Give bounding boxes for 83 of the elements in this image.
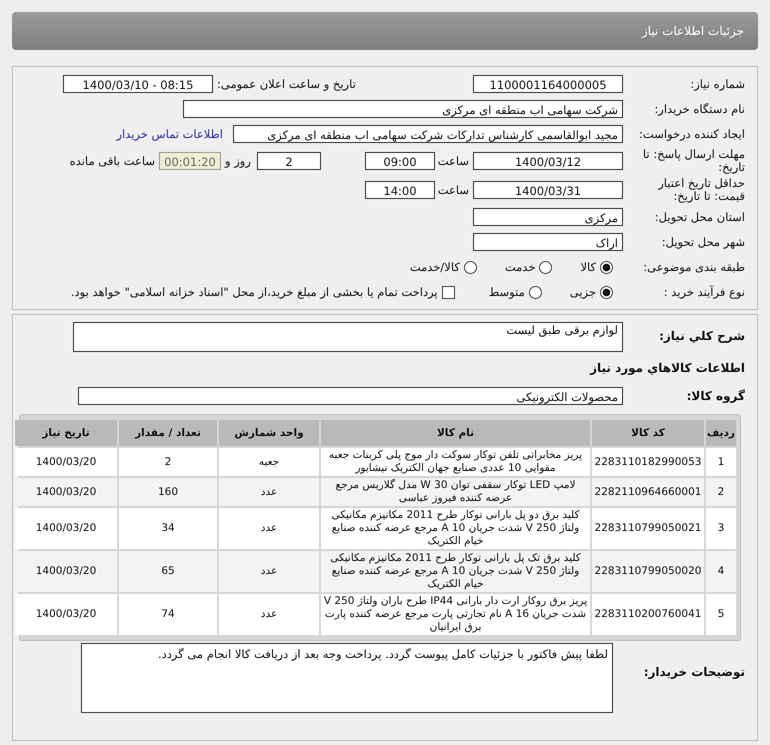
table-cell: 74 <box>119 594 217 635</box>
checkbox[interactable] <box>442 286 455 298</box>
table-cell: 1 <box>706 448 736 476</box>
field-label: تاریخ و ساعت اعلان عمومی: <box>217 77 357 91</box>
deadline-time-field: 09:00 <box>365 152 435 170</box>
table-cell: عدد <box>219 594 319 635</box>
table-cell: 2 <box>119 448 217 476</box>
field-label: توضیحات خریدار: <box>642 665 745 679</box>
column-header: کد کالا <box>592 420 704 446</box>
table-cell: 3 <box>706 508 736 549</box>
table-cell: 160 <box>119 478 217 506</box>
province-field: مرکزی <box>473 208 623 226</box>
table-cell: 1400/03/20 <box>15 594 117 635</box>
field-label: شهر محل تحویل: <box>660 235 745 249</box>
table-cell: 65 <box>119 551 217 592</box>
table-cell: عدد <box>219 478 319 506</box>
column-header: نام کالا <box>321 420 590 446</box>
table-cell: لامپ LED توکار سقفی توان 30 W مدل گلاریس مرجع عرضه کننده فیروز عباسی <box>321 478 590 506</box>
field-label: ایجاد کننده درخواست: <box>638 128 745 140</box>
table-cell: عدد <box>219 508 319 549</box>
remaining-time-field: 00:01:20 <box>159 152 221 170</box>
radio-label: خدمت <box>504 260 536 274</box>
column-header: تعداد / مقدار <box>119 420 217 446</box>
goods-group-field: محصولات الکترونیکی <box>78 387 623 405</box>
table-cell: کلید برق دو پل بارانی توکار طرح 2011 مکانیزم مکانیکی ولتاژ 250 V شدت جریان 10 A مرجع عرضه کننده صنایع خیام الکتریک <box>321 508 590 549</box>
radio-label: متوسط <box>488 285 525 299</box>
deadline-date-field: 1400/03/12 <box>473 152 623 170</box>
field-label: گروه کالا: <box>686 389 745 403</box>
checkbox-label: پرداخت تمام یا بخشی از مبلغ خرید،از محل "اسناد خزانه اسلامی" خواهد بود. <box>70 285 438 299</box>
time-label: ساعت <box>439 183 469 197</box>
radio-label: کالا/خدمت <box>410 260 460 274</box>
table-cell: 2 <box>706 478 736 506</box>
radio-button[interactable] <box>528 286 542 298</box>
table-cell: 5 <box>706 594 736 635</box>
table-cell: 2283110182990053 <box>592 448 704 476</box>
description-field: لوازم برقی طبق لیست <box>73 322 623 352</box>
table-cell: عدد <box>219 551 319 592</box>
table-cell: 2283110799050020 <box>592 551 704 592</box>
table-cell: 1400/03/20 <box>15 551 117 592</box>
announce-date-field: 1400/03/10 - 08:15 <box>63 75 213 93</box>
city-field: اراک <box>473 233 623 251</box>
table-cell: 2283110200760041 <box>592 594 704 635</box>
column-header: واحد شمارش <box>219 420 319 446</box>
radio-button[interactable] <box>600 260 613 274</box>
days-label: روز و <box>225 154 252 168</box>
field-label: مهلت ارسال پاسخ: تا تاریخ: <box>642 148 745 174</box>
table-cell: پریز مخابراتی تلفن توکار سوکت دار موج پلی کربنات جعبه مقوایی 10 عددی صنایع جهان الکتریک نیشابور <box>321 448 590 476</box>
radio-button[interactable] <box>539 260 552 274</box>
buyer-notes-field: لطفا پیش فاکتور با جزئیات کامل پیوست گردد. پرداخت وجه بعد از دریافت کالا انجام می گردد. <box>81 643 613 713</box>
buyer-contact-link[interactable]: اطلاعات تماس خریدار <box>116 127 223 141</box>
table-cell: 2282110964660001 <box>592 478 704 506</box>
radio-label: کالا <box>580 260 596 274</box>
radio-label: جزیی <box>570 285 596 299</box>
remaining-label: ساعت باقی مانده <box>70 154 155 168</box>
column-header: تاریخ نیاز <box>15 420 117 446</box>
field-label: طبقه بندی موضوعی: <box>642 260 745 274</box>
page-title: جزئیات اطلاعات نیاز <box>642 24 744 38</box>
radio-button[interactable] <box>600 286 613 298</box>
table-cell: 1400/03/20 <box>15 478 117 506</box>
validity-time-field: 14:00 <box>365 181 435 199</box>
field-label: استان محل تحویل: <box>654 210 745 224</box>
field-label: حداقل تاریخ اعتبار قیمت: تا تاریخ: <box>656 177 745 203</box>
section-title: اطلاعات کالاهاي مورد نیاز <box>590 361 745 375</box>
days-field: 2 <box>257 152 321 170</box>
table-cell: 4 <box>706 551 736 592</box>
field-label: نوع فرآیند خرید : <box>662 285 745 299</box>
table-cell: 2283110799050021 <box>592 508 704 549</box>
buyer-org-field: شرکت سهامی اب منطقه ای مرکزی <box>183 100 623 118</box>
table-cell: جعبه <box>219 448 319 476</box>
column-header: ردیف <box>706 420 736 446</box>
field-label: نام دستگاه خریدار: <box>653 102 745 116</box>
field-label: شماره نیاز: <box>689 77 745 91</box>
time-label: ساعت <box>439 154 469 168</box>
table-cell: پریز برق روکار ارت دار بارانی IP44 طرح باران ولتاژ 250 V شدت جریان 16 A نام تجارتی پارت مرجع عرضه کننده پارت برق ایرانیان <box>321 594 590 635</box>
validity-date-field: 1400/03/31 <box>473 181 623 199</box>
field-label: شرح کلي نیاز: <box>658 329 745 343</box>
table-cell: 34 <box>119 508 217 549</box>
table-cell: کلید برق تک پل بارانی توکار طرح 2011 مکانیزم مکانیکی ولتاژ 250 V شدت جریان 10 A مرجع عرضه کننده صنایع خیام الکتریک <box>321 551 590 592</box>
table-cell: 1400/03/20 <box>15 508 117 549</box>
radio-button[interactable] <box>464 260 477 274</box>
table-cell: 1400/03/20 <box>15 448 117 476</box>
requester-field: مجید ابوالقاسمی کارشناس تدارکات شرکت سهامی اب منطقه ای مرکزی <box>233 125 623 143</box>
need-number-field: 1100001164000005 <box>473 75 623 93</box>
